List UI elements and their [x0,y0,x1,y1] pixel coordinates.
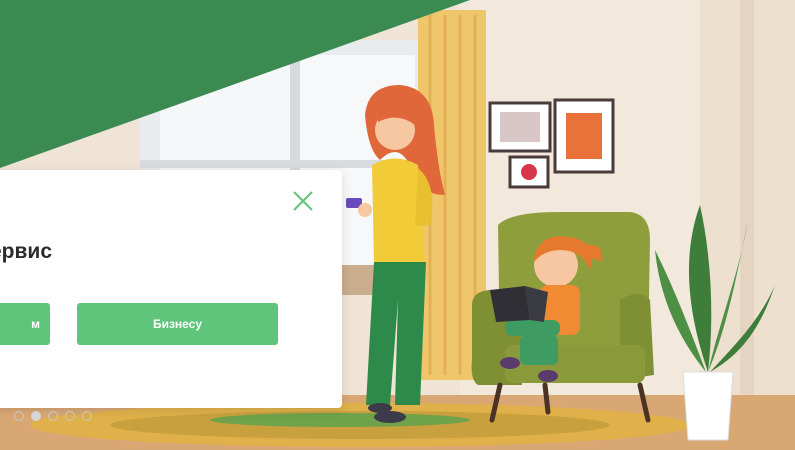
service-card: ервис м Бизнесу [0,170,342,408]
close-button[interactable] [290,188,316,214]
carousel-pagination [14,411,92,421]
carousel-dot-4[interactable] [65,411,75,421]
carousel-dot-3[interactable] [48,411,58,421]
private-clients-button[interactable]: м [0,303,50,345]
close-icon [293,191,313,211]
carousel-dot-1[interactable] [14,411,24,421]
carousel-dot-2[interactable] [31,411,41,421]
carousel-dot-5[interactable] [82,411,92,421]
business-button[interactable]: Бизнесу [77,303,278,345]
card-title: ервис [0,240,53,263]
